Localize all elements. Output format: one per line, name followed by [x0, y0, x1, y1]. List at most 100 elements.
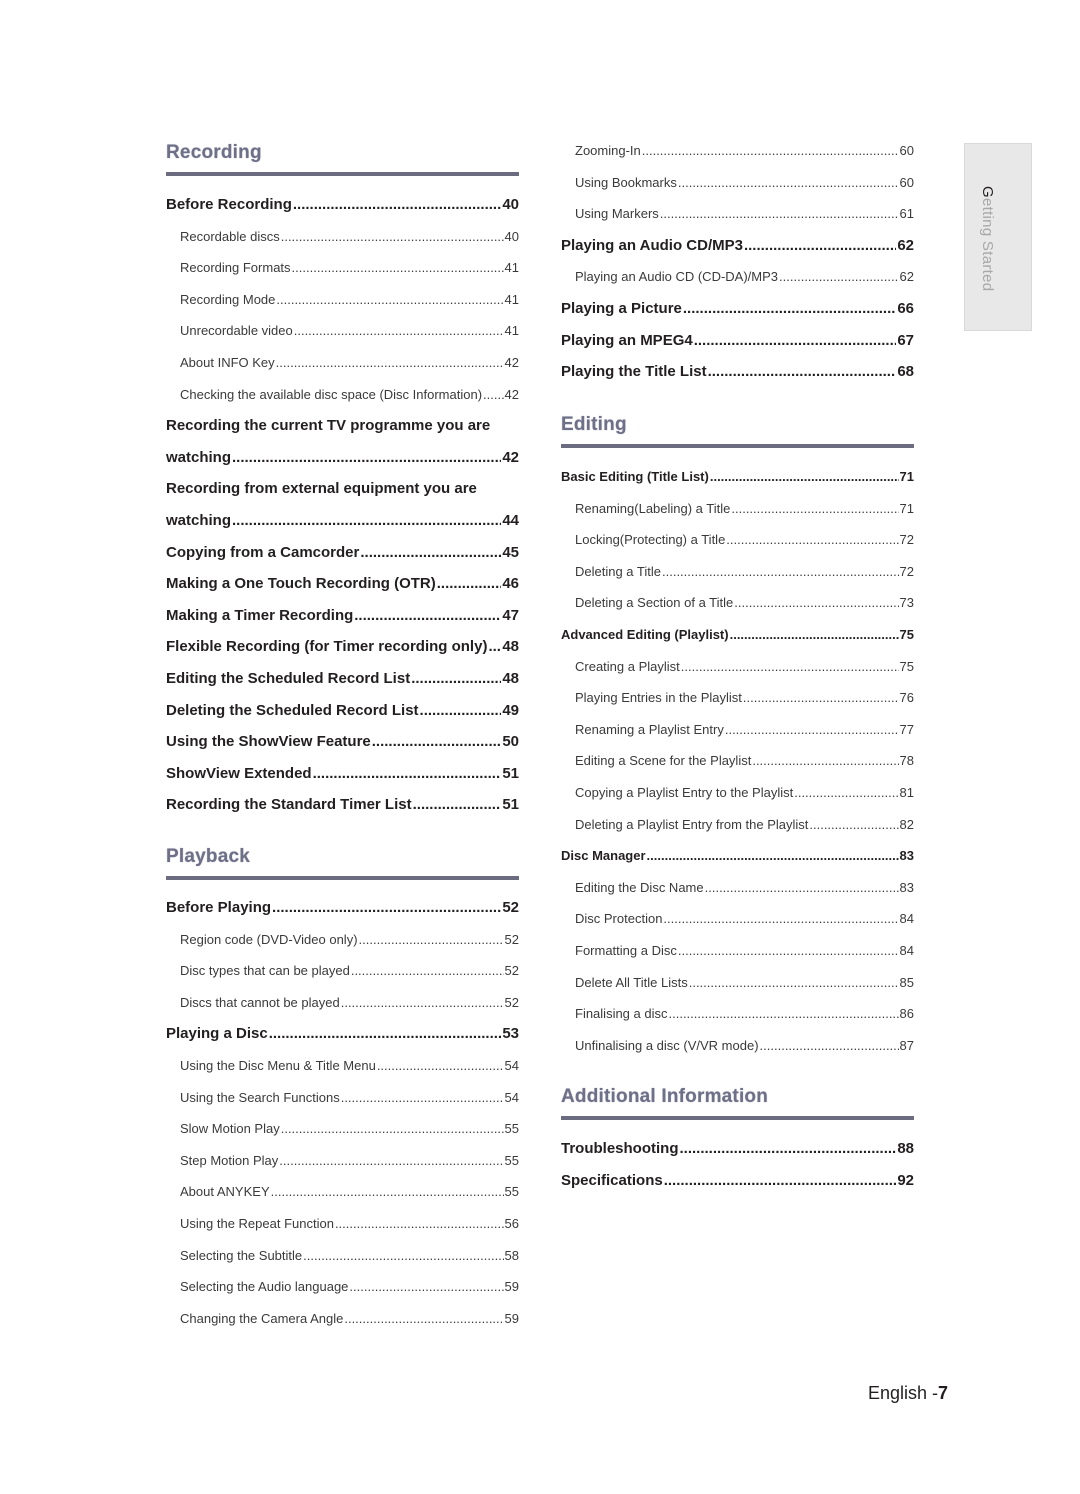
toc-entry[interactable]: Recording Formats 41 [166, 259, 519, 277]
dot-leader [232, 449, 501, 467]
toc-entry[interactable]: Deleting a Section of a Title 73 [561, 594, 914, 612]
toc-entry[interactable]: Selecting the Subtitle 58 [166, 1247, 519, 1265]
toc-entry[interactable]: Playing the Title List 68 [561, 363, 914, 381]
toc-entry[interactable]: Discs that cannot be played 52 [166, 994, 519, 1012]
toc-entry[interactable]: Using Bookmarks 60 [561, 174, 914, 192]
toc-entry[interactable]: Copying from a Camcorder 45 [166, 544, 519, 562]
chapter-tab-getting-started[interactable]: Getting Started [964, 143, 1032, 331]
toc-entry-title: Making a Timer Recording [166, 606, 354, 624]
dot-leader [335, 1215, 504, 1233]
toc-entry[interactable]: Changing the Camera Angle 59 [166, 1310, 519, 1328]
toc-entry[interactable]: Playing a Disc 53 [166, 1025, 519, 1043]
toc-entry-page-number: 52 [504, 931, 519, 947]
dot-leader [271, 1183, 504, 1201]
toc-entry[interactable]: Finalising a disc 86 [561, 1005, 914, 1023]
dot-leader [276, 354, 504, 372]
toc-entry-page-number: 42 [502, 448, 519, 466]
toc-entry[interactable]: Specifications 92 [561, 1172, 914, 1190]
toc-entry-title: Recording Mode [180, 291, 276, 307]
toc-entry-page-number: 41 [504, 291, 519, 307]
dot-leader [303, 1247, 503, 1265]
toc-entry[interactable]: Flexible Recording (for Timer recording … [166, 638, 519, 656]
toc-entry-title: Using Markers [575, 206, 659, 222]
toc-entry[interactable]: Playing an Audio CD (CD-DA)/MP3 62 [561, 268, 914, 286]
toc-entry[interactable]: Disc Manager 83 [561, 847, 914, 865]
toc-entry[interactable]: Unrecordable video 41 [166, 322, 519, 340]
toc-entry-page-number: 51 [502, 796, 519, 814]
toc-entry-title: Recording from external equipment you ar… [166, 480, 477, 498]
toc-entry[interactable]: watching 42 [166, 449, 519, 467]
toc-entry[interactable]: Renaming(Labeling) a Title 71 [561, 500, 914, 518]
toc-entry[interactable]: ShowView Extended 51 [166, 765, 519, 783]
toc-entry[interactable]: Recording the Standard Timer List 51 [166, 796, 519, 814]
toc-entry[interactable]: Renaming a Playlist Entry 77 [561, 721, 914, 739]
toc-entry-page-number: 49 [502, 701, 519, 719]
toc-entry[interactable]: Deleting the Scheduled Record List 49 [166, 702, 519, 720]
toc-entry[interactable]: Creating a Playlist 75 [561, 658, 914, 676]
toc-entry-page-number: 71 [899, 500, 914, 516]
toc-entry[interactable]: Advanced Editing (Playlist) 75 [561, 626, 914, 644]
toc-entry[interactable]: Using the Search Functions 54 [166, 1089, 519, 1107]
toc-entry[interactable]: Making a Timer Recording 47 [166, 607, 519, 625]
toc-entry[interactable]: Using the ShowView Feature 50 [166, 733, 519, 751]
toc-entry[interactable]: Recording from external equipment you ar… [166, 480, 519, 498]
toc-entry[interactable]: Basic Editing (Title List) 71 [561, 468, 914, 486]
toc-entry-title: Recording the Standard Timer List [166, 796, 412, 814]
toc-entry-title: watching [166, 448, 232, 466]
toc-entry[interactable]: Using the Repeat Function 56 [166, 1215, 519, 1233]
toc-entry[interactable]: Before Recording 40 [166, 196, 519, 214]
toc-entry[interactable]: Selecting the Audio language 59 [166, 1278, 519, 1296]
toc-entry[interactable]: Recording Mode 41 [166, 291, 519, 309]
toc-entry[interactable]: Copying a Playlist Entry to the Playlist… [561, 784, 914, 802]
dot-leader [351, 962, 504, 980]
toc-entry-page-number: 75 [899, 658, 914, 674]
toc-entry[interactable]: Unfinalising a disc (V/VR mode) 87 [561, 1037, 914, 1055]
toc-entry[interactable]: Troubleshooting 88 [561, 1140, 914, 1158]
toc-entry-page-number: 92 [897, 1171, 914, 1189]
toc-entry[interactable]: Playing a Picture 66 [561, 300, 914, 318]
toc-entry-title: Basic Editing (Title List) [561, 469, 709, 484]
toc-entry-page-number: 84 [899, 911, 914, 927]
toc-entry-title: Playing a Picture [561, 300, 682, 317]
toc-entry-page-number: 87 [899, 1037, 914, 1053]
toc-entry[interactable]: Before Playing 52 [166, 899, 519, 917]
toc-entry-page-number: 55 [504, 1121, 519, 1137]
toc-entry[interactable]: Recording the current TV programme you a… [166, 417, 519, 435]
toc-entry[interactable]: About INFO Key 42 [166, 354, 519, 372]
toc-entry[interactable]: Delete All Title Lists 85 [561, 974, 914, 992]
toc-entry[interactable]: Step Motion Play 55 [166, 1152, 519, 1170]
toc-entry[interactable]: Using the Disc Menu & Title Menu 54 [166, 1057, 519, 1075]
toc-entry[interactable]: Formatting a Disc 84 [561, 942, 914, 960]
toc-entry[interactable]: Disc Protection 84 [561, 910, 914, 928]
toc-entry-page-number: 53 [502, 1025, 519, 1043]
toc-entry[interactable]: Editing a Scene for the Playlist 78 [561, 752, 914, 770]
toc-entry[interactable]: Recordable discs 40 [166, 228, 519, 246]
toc-entry[interactable]: Playing an MPEG4 67 [561, 332, 914, 350]
toc-entry[interactable]: Playing an Audio CD/MP3 62 [561, 237, 914, 255]
toc-entry[interactable]: Using Markers 61 [561, 205, 914, 223]
toc-entry-title: Editing the Scheduled Record List [166, 670, 411, 687]
dot-leader [294, 322, 504, 340]
toc-entry[interactable]: Disc types that can be played 52 [166, 962, 519, 980]
toc-entry-title: Disc Manager [561, 848, 646, 864]
dot-leader [681, 658, 899, 676]
toc-entry[interactable]: Editing the Disc Name 83 [561, 879, 914, 897]
section-title-playback: Playback [166, 846, 250, 867]
toc-entry-page-number: 59 [504, 1310, 519, 1326]
toc-entry[interactable]: Slow Motion Play 55 [166, 1120, 519, 1138]
toc-entry[interactable]: Zooming-In 60 [561, 142, 914, 160]
toc-entry[interactable]: Editing the Scheduled Record List 48 [166, 670, 519, 688]
toc-entry[interactable]: Locking(Protecting) a Title 72 [561, 531, 914, 549]
toc-entry[interactable]: watching 44 [166, 512, 519, 530]
toc-entry[interactable]: Playing Entries in the Playlist 76 [561, 689, 914, 707]
toc-entry[interactable]: Making a One Touch Recording (OTR) 46 [166, 575, 519, 593]
toc-entry[interactable]: Region code (DVD-Video only) 52 [166, 931, 519, 949]
toc-entry[interactable]: Checking the available disc space (Disc … [166, 386, 519, 404]
toc-entry[interactable]: Deleting a Playlist Entry from the Playl… [561, 816, 914, 834]
toc-entry-page-number: 55 [504, 1184, 519, 1200]
toc-entry[interactable]: About ANYKEY 55 [166, 1183, 519, 1201]
toc-entry-page-number: 41 [504, 260, 519, 276]
toc-entry-title: About ANYKEY [180, 1184, 270, 1200]
toc-entry-page-number: 44 [502, 512, 519, 529]
toc-entry[interactable]: Deleting a Title 72 [561, 563, 914, 581]
